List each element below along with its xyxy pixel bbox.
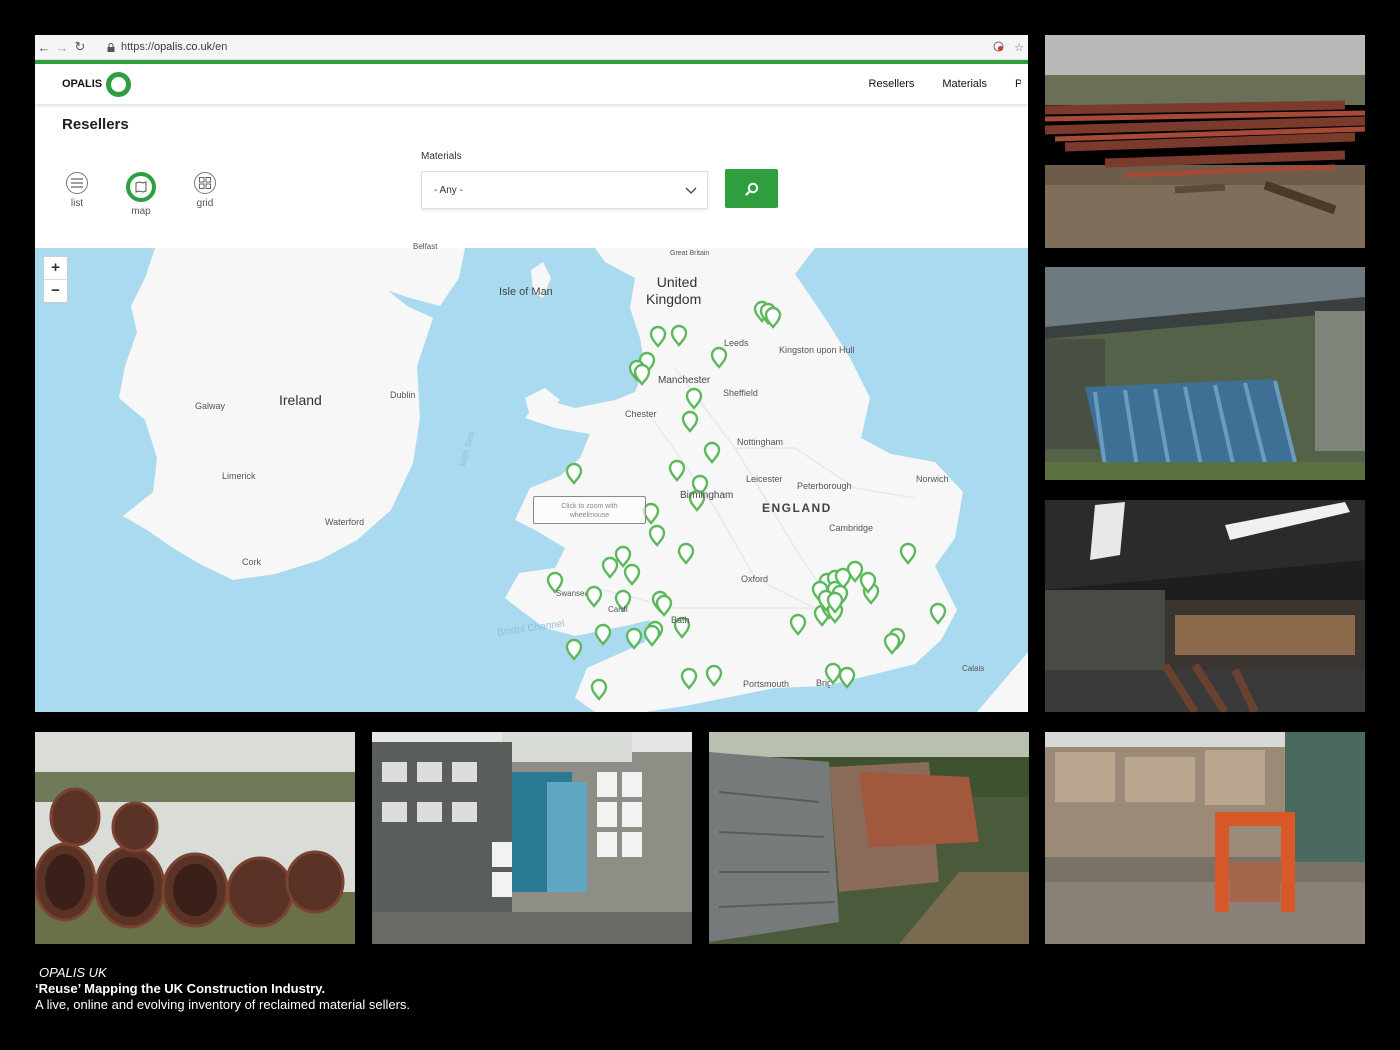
star-icon[interactable]: ☆: [1014, 41, 1024, 54]
url-path: /en: [212, 41, 228, 53]
label-cambridge: Cambridge: [829, 523, 874, 533]
label-leicester: Leicester: [746, 474, 783, 484]
label-manchester: Manchester: [658, 375, 711, 386]
back-arrow-icon[interactable]: ←: [35, 40, 53, 55]
label-ireland: Ireland: [279, 392, 322, 408]
url-scheme: https://: [121, 41, 155, 53]
materials-select[interactable]: - Any -: [421, 171, 708, 209]
label-great-britain: Great Britain: [670, 250, 710, 257]
view-map-button[interactable]: map: [121, 172, 161, 217]
photo-paint-cans: [372, 732, 692, 944]
label-oxford: Oxford: [741, 574, 769, 584]
label-galway: Galway: [195, 401, 226, 411]
address-bar: ← → ↻ https://opalis.co.uk/en ☆: [35, 35, 1028, 60]
label-calais: Calais: [962, 664, 985, 673]
nav-more[interactable]: P: [1015, 78, 1021, 90]
label-bath: Bath: [671, 615, 690, 625]
label-waterford: Waterford: [325, 517, 365, 527]
label-chester: Chester: [625, 409, 657, 419]
label-brighton: Brighton: [816, 678, 830, 688]
label-isle-of-man: Isle of Man: [499, 286, 553, 298]
nav-materials[interactable]: Materials: [942, 78, 987, 90]
forward-arrow-icon[interactable]: →: [53, 40, 71, 55]
nav-resellers[interactable]: Resellers: [869, 78, 915, 90]
tooltip-line-1: Click to zoom with: [561, 503, 618, 510]
resellers-map[interactable]: + − Belfast Great Britain United Kingdom…: [35, 242, 1028, 712]
search-icon: [744, 182, 758, 196]
chevron-down-icon: [685, 183, 697, 197]
label-portsmouth: Portsmouth: [743, 679, 790, 689]
label-sheffield: Sheffield: [723, 388, 758, 398]
label-swansea: Swansea: [556, 589, 586, 598]
logo-ring-icon: [106, 71, 132, 97]
photo-blue-beams: [1045, 267, 1365, 480]
view-list-button[interactable]: list: [57, 172, 97, 209]
zoom-control: + −: [43, 256, 68, 303]
tooltip-line-2: wheelmouse: [569, 512, 610, 519]
label-norwich: Norwich: [916, 474, 949, 484]
map-canvas: [35, 248, 1028, 712]
label-hull: Kingston upon Hull: [779, 345, 855, 355]
label-birmingham: Birmingham: [680, 490, 734, 501]
materials-select-value: - Any -: [434, 184, 463, 196]
browser-window: ← → ↻ https://opalis.co.uk/en ☆ BETA OPA…: [35, 35, 1028, 712]
grid-icon: [194, 172, 216, 194]
label-belfast: Belfast: [413, 242, 438, 251]
label-limerick: Limerick: [222, 471, 256, 481]
site-header: OPALIS Resellers Materials P: [35, 64, 1028, 104]
label-england: ENGLAND: [762, 501, 832, 515]
view-grid-label: grid: [196, 198, 214, 209]
label-cardiff: Cardiff: [608, 605, 628, 614]
page-title: Resellers: [62, 116, 129, 133]
search-button[interactable]: [725, 169, 778, 208]
url-host: opalis.co.uk: [154, 41, 213, 53]
caption: OPALIS UK ‘Reuse’ Mapping the UK Constru…: [35, 965, 410, 1013]
lock-icon: [107, 42, 115, 52]
logo-text: OPALIS: [62, 78, 103, 90]
zoom-in-button[interactable]: +: [44, 257, 67, 280]
label-leeds: Leeds: [724, 338, 749, 348]
zoom-out-button[interactable]: −: [44, 280, 67, 302]
materials-label: Materials: [421, 151, 462, 162]
photo-warehouse: [1045, 500, 1365, 712]
view-grid-button[interactable]: grid: [185, 172, 225, 209]
top-nav: Resellers Materials P: [869, 78, 1021, 90]
extension-icon[interactable]: [993, 41, 1004, 52]
view-map-label: map: [131, 206, 151, 217]
photo-roof-tiles: [709, 732, 1029, 944]
label-dublin: Dublin: [390, 390, 416, 400]
view-list-label: list: [70, 198, 84, 209]
label-nottingham: Nottingham: [737, 437, 784, 447]
map-icon: [126, 172, 156, 202]
photo-steel-pipes: [35, 732, 355, 944]
zoom-hint-tooltip: Click to zoom with wheelmouse: [533, 496, 646, 524]
label-cork: Cork: [242, 557, 262, 567]
photo-stone-pallets: [1045, 732, 1365, 944]
label-united: United: [656, 274, 698, 290]
photo-rusty-beams: [1045, 35, 1365, 248]
list-icon: [66, 172, 88, 194]
label-peterborough: Peterborough: [797, 481, 852, 491]
reload-icon[interactable]: ↻: [71, 39, 89, 55]
label-united-kingdom: United: [655, 274, 699, 290]
opalis-logo[interactable]: OPALIS: [62, 71, 132, 97]
url-field[interactable]: https://opalis.co.uk/en: [107, 41, 227, 53]
label-kingdom: Kingdom: [646, 291, 702, 307]
caption-headline: ‘Reuse’ Mapping the UK Construction Indu…: [35, 981, 326, 996]
caption-description: A live, online and evolving inventory of…: [35, 997, 411, 1012]
caption-brand: OPALIS UK: [39, 965, 107, 980]
